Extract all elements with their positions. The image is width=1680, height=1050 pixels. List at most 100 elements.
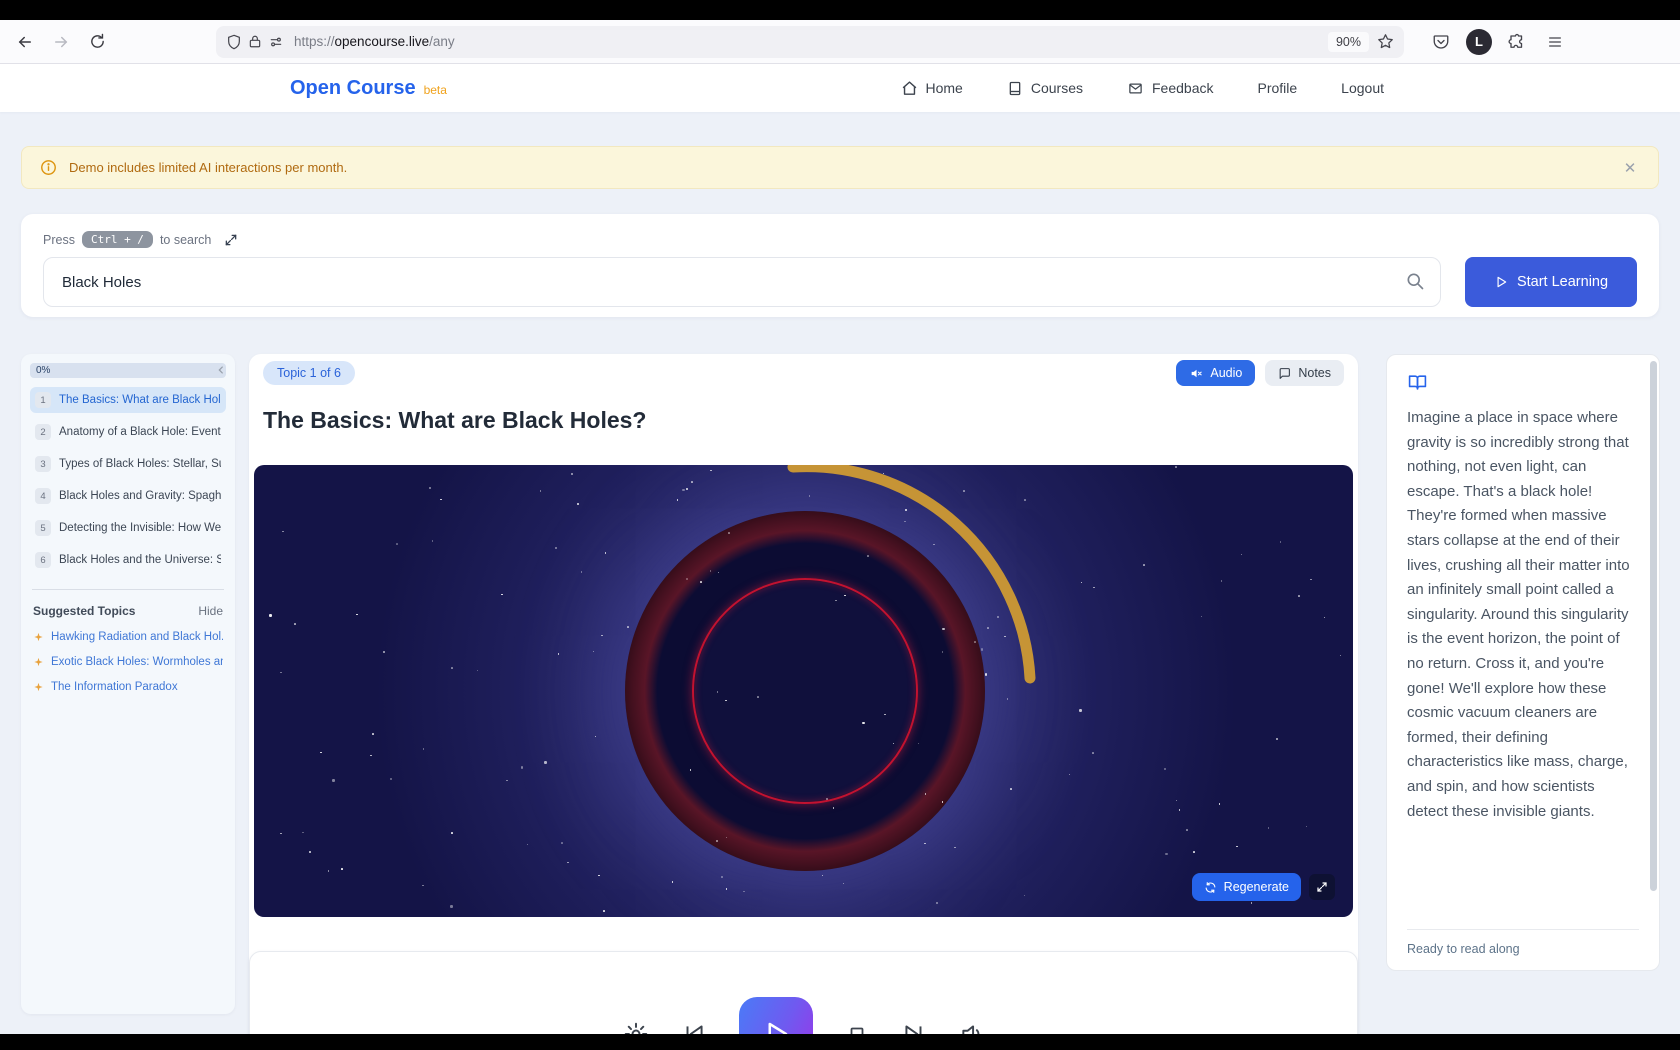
topic-number: 4 (35, 488, 51, 504)
url-text[interactable]: https://opencourse.live/any (294, 34, 1328, 49)
url-scheme: https:// (294, 34, 335, 49)
nav-label: Home (925, 80, 963, 96)
settings-gear-icon[interactable] (623, 1021, 649, 1034)
extensions-icon[interactable] (1502, 27, 1532, 57)
search-icon[interactable] (1405, 271, 1425, 291)
nav-item-home[interactable]: Home (901, 80, 963, 97)
topic-label: Anatomy of a Black Hole: Event H... (59, 426, 221, 438)
browser-toolbar: https://opencourse.live/any 90% L (0, 20, 1680, 64)
regenerate-label: Regenerate (1223, 880, 1289, 894)
sidebar-item-topic-1[interactable]: 1 The Basics: What are Black Holes? (30, 387, 226, 413)
back-icon[interactable] (10, 27, 40, 57)
nav-label: Profile (1257, 80, 1298, 96)
audio-muted-icon (1189, 367, 1203, 380)
search-input[interactable] (43, 257, 1441, 307)
topic-label: Black Holes and the Universe: Sha... (59, 554, 221, 566)
bookmark-star-icon[interactable] (1377, 33, 1394, 50)
start-learning-label: Start Learning (1516, 274, 1609, 290)
courses-book-icon (1007, 80, 1023, 97)
nav-item-profile[interactable]: Profile (1257, 80, 1297, 96)
fullscreen-button[interactable] (1309, 874, 1335, 900)
url-bar[interactable]: https://opencourse.live/any 90% (216, 25, 1404, 58)
progress-bar: 0% (30, 363, 226, 378)
nav-label: Courses (1030, 80, 1083, 96)
tracking-shield-icon[interactable] (226, 34, 242, 50)
account-avatar[interactable]: L (1464, 27, 1494, 57)
black-hole-visual: Regenerate (254, 465, 1353, 917)
screen: https://opencourse.live/any 90% L Open C… (0, 0, 1680, 1050)
nav-label: Logout (1341, 80, 1384, 96)
lesson-main: Topic 1 of 6 Audio Notes The Basics: Wha… (249, 354, 1358, 1034)
zoom-level-indicator[interactable]: 90% (1327, 31, 1369, 52)
nav-item-courses[interactable]: Courses (1007, 80, 1083, 97)
hide-suggested-button[interactable]: Hide (198, 604, 223, 618)
forward-icon[interactable] (46, 27, 76, 57)
suggested-topic-3[interactable]: The Information Paradox (30, 681, 226, 693)
collapse-sidebar-chevron-icon[interactable] (216, 364, 226, 376)
read-along-panel: Imagine a place in space where gravity i… (1386, 354, 1660, 971)
volume-icon[interactable] (959, 1021, 985, 1034)
expand-search-icon[interactable] (224, 233, 238, 247)
play-button[interactable] (738, 997, 813, 1034)
pocket-icon[interactable] (1426, 27, 1456, 57)
skip-back-icon[interactable] (681, 1021, 707, 1034)
reload-icon[interactable] (82, 27, 112, 57)
topic-progress-badge: Topic 1 of 6 (263, 361, 355, 385)
nav-item-feedback[interactable]: Feedback (1127, 80, 1213, 96)
permissions-icon[interactable] (268, 35, 284, 49)
audio-button[interactable]: Audio (1176, 360, 1256, 386)
sidebar-item-topic-5[interactable]: 5 Detecting the Invisible: How We '... (30, 515, 226, 541)
search-box (43, 257, 1441, 307)
topic-list: 1 The Basics: What are Black Holes? 2 An… (30, 387, 226, 573)
lesson-header-buttons: Audio Notes (1176, 360, 1344, 386)
reader-scrollbar[interactable] (1650, 361, 1657, 891)
lesson-title: The Basics: What are Black Holes? (263, 407, 647, 433)
banner-message: Demo includes limited AI interactions pe… (69, 160, 348, 175)
fullscreen-icon (1316, 881, 1328, 893)
topic-label: Detecting the Invisible: How We '... (59, 522, 221, 534)
site-header: Open Course beta Home Courses Feedback P… (0, 64, 1680, 112)
suggested-topic-2[interactable]: Exotic Black Holes: Wormholes an... (30, 656, 226, 668)
beta-badge: beta (423, 82, 447, 97)
page-content: Open Course beta Home Courses Feedback P… (0, 64, 1680, 1034)
topic-number: 6 (35, 552, 51, 568)
sidebar-divider (32, 589, 224, 590)
search-panel: Press Ctrl + / to search Start Learning (21, 214, 1659, 317)
keyboard-shortcut: Ctrl + / (81, 231, 153, 248)
regenerate-button[interactable]: Regenerate (1191, 873, 1301, 901)
reader-status: Ready to read along (1407, 929, 1639, 956)
sidebar-item-topic-6[interactable]: 6 Black Holes and the Universe: Sha... (30, 547, 226, 573)
book-open-icon (1407, 373, 1639, 392)
site-logo[interactable]: Open Course (290, 77, 416, 100)
sidebar-item-topic-3[interactable]: 3 Types of Black Holes: Stellar, Sup... (30, 451, 226, 477)
content-row: 0% 1 The Basics: What are Black Holes? 2… (0, 354, 1680, 1034)
stop-icon[interactable] (845, 1022, 869, 1034)
main-nav: Home Courses Feedback Profile Logout (901, 80, 1384, 97)
play-outline-icon (1494, 275, 1508, 289)
sparkle-icon (33, 632, 44, 643)
close-icon[interactable]: ✕ (1620, 158, 1640, 178)
menu-icon[interactable] (1540, 27, 1570, 57)
sidebar-item-topic-4[interactable]: 4 Black Holes and Gravity: Spaghett... (30, 483, 226, 509)
read-along-paragraph: Imagine a place in space where gravity i… (1407, 409, 1630, 820)
sidebar-item-topic-2[interactable]: 2 Anatomy of a Black Hole: Event H... (30, 419, 226, 445)
search-row: Start Learning (43, 257, 1637, 307)
info-icon (40, 159, 57, 176)
suggested-label: The Information Paradox (51, 681, 178, 693)
topic-number: 1 (35, 392, 51, 408)
suggested-topic-1[interactable]: Hawking Radiation and Black Hol... (30, 631, 226, 643)
avatar-letter: L (1466, 28, 1492, 55)
lock-icon[interactable] (248, 34, 262, 49)
start-learning-button[interactable]: Start Learning (1465, 257, 1637, 307)
home-icon (901, 80, 918, 97)
notes-button[interactable]: Notes (1265, 360, 1344, 386)
brand[interactable]: Open Course beta (290, 77, 447, 100)
browser-window: https://opencourse.live/any 90% L Open C… (0, 20, 1680, 1034)
topic-label: The Basics: What are Black Holes? (59, 394, 221, 406)
nav-item-logout[interactable]: Logout (1341, 80, 1384, 96)
audio-player-card (249, 951, 1358, 1034)
skip-forward-icon[interactable] (901, 1021, 927, 1034)
demo-notice-banner: Demo includes limited AI interactions pe… (21, 146, 1659, 189)
notes-icon (1278, 367, 1291, 380)
topic-label: Types of Black Holes: Stellar, Sup... (59, 458, 221, 470)
